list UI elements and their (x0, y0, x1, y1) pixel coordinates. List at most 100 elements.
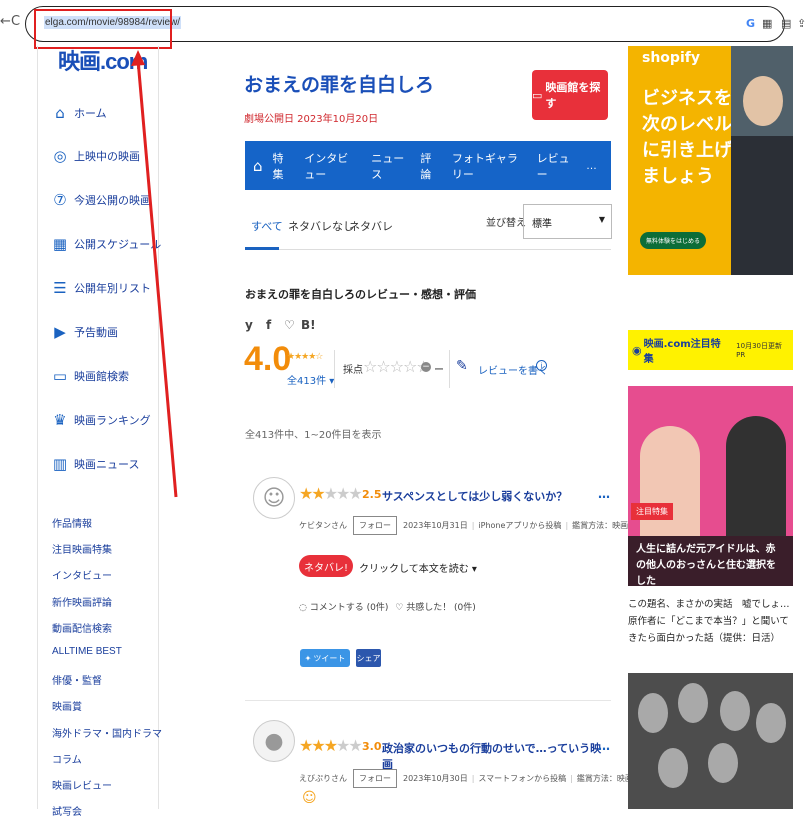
feature-description[interactable]: この題名、まさかの実話 嘘でしょ…原作者に「どこまで本当？」と聞いてきたら面白か… (628, 596, 793, 647)
review-count[interactable]: 全413件 ▾ (287, 372, 334, 387)
sidebar-link[interactable]: コラム (52, 751, 82, 766)
sidebar-item-theater-search[interactable]: ▭ 映画館検索 (50, 361, 129, 391)
twitter-icon: ✦ (304, 653, 312, 663)
sidebar-item-this-week[interactable]: ⑦ 今週公開の映画 (50, 185, 151, 215)
emoji-icon: ☺ (302, 790, 317, 806)
stars-empty: ★★★ (323, 484, 363, 503)
feature-photo-person (720, 691, 750, 731)
sidebar-link[interactable]: 試写会 (52, 803, 82, 818)
seven-icon: ⑦ (53, 191, 67, 209)
review-title[interactable]: 政治家のいつもの行動のせいで…っていう映画 (382, 740, 611, 772)
review-divider (245, 700, 611, 701)
review-title[interactable]: サスペンスとしては少し弱くないか？ (382, 488, 567, 504)
film-reel-icon: ◎ (53, 147, 67, 165)
avatar[interactable]: ☺ (253, 477, 295, 519)
sidebar-link[interactable]: 注目映画特集 (52, 541, 112, 556)
facebook-icon[interactable]: f (266, 318, 271, 332)
minus-icon[interactable]: − (421, 362, 431, 372)
active-tab-indicator (245, 247, 279, 250)
news-icon: ▥ (52, 455, 68, 473)
sidebar-link[interactable]: 俳優・監督 (52, 672, 102, 687)
sidebar-link[interactable]: インタビュー (52, 567, 112, 582)
sort-select[interactable]: 標準 ▼ (523, 204, 612, 239)
sidebar-item-now-showing[interactable]: ◎ 上映中の映画 (50, 141, 140, 171)
sidebar-item-year-list[interactable]: ☰ 公開年別リスト (50, 273, 151, 303)
sidebar-item-label: 映画ニュース (74, 459, 140, 471)
comment-link[interactable]: コメントする (0件) (310, 603, 389, 613)
sidebar-item-trailers[interactable]: ▶ 予告動画 (50, 317, 118, 347)
ad-photo-body (731, 136, 793, 275)
shopify-ad[interactable]: shopify ビジネスを次のレベルに引き上げましょう 無料体験をはじめる (628, 46, 793, 275)
reviewer-name[interactable]: ケビタンさん (299, 520, 347, 531)
theater-icon: ▭ (52, 367, 68, 385)
tweet-button[interactable]: ✦ ツイート (300, 649, 350, 667)
sidebar-item-ranking[interactable]: ♛ 映画ランキング (50, 405, 150, 435)
nav-tab-news[interactable]: ニュース (371, 150, 406, 182)
review-card: ● ★★★★★ 3.0 政治家のいつもの行動のせいで…っていう映画 … えびぷり… (245, 720, 641, 809)
more-options-icon[interactable]: … (598, 487, 610, 501)
calendar-icon: ▦ (52, 235, 68, 253)
sidebar-link[interactable]: 新作映画評論 (52, 594, 112, 609)
follow-button[interactable]: フォロー (353, 516, 397, 535)
spoiler-badge: ネタバレ! (299, 555, 353, 577)
home-icon[interactable]: ⌂ (253, 157, 263, 175)
google-icon[interactable]: G (746, 17, 755, 30)
review-device: スマートフォンから投稿 (478, 774, 567, 783)
translate-icon[interactable]: ▦ (762, 17, 772, 30)
heart-icon: ♡ (395, 603, 404, 613)
nav-tab-feature[interactable]: 特集 (273, 150, 291, 182)
sidebar-link[interactable]: 映画賞 (52, 698, 82, 713)
info-icon[interactable]: i (536, 360, 547, 371)
ad-cta-button[interactable]: 無料体験をはじめる (640, 232, 707, 249)
feature-banner-2[interactable] (628, 673, 793, 809)
feature-badge: 注目特集 (631, 503, 673, 520)
share-icon[interactable]: ⇪ (797, 17, 806, 30)
sidebar-item-label: 今週公開の映画 (74, 195, 151, 207)
more-options-icon[interactable]: … (598, 739, 610, 753)
sidebar-item-home[interactable]: ⌂ ホーム (50, 98, 107, 128)
site-logo[interactable]: 映画.com (58, 44, 148, 76)
rate-value: ー (434, 365, 444, 376)
sidebar-link[interactable]: 動画配信検索 (52, 620, 112, 635)
nav-tab-photo[interactable]: フォトギャラリー (452, 150, 523, 182)
follow-button[interactable]: フォロー (353, 769, 397, 788)
nav-tab-critique[interactable]: 評論 (420, 150, 438, 182)
reader-icon[interactable]: ▤ (781, 17, 791, 30)
feature-caption: 人生に詰んだ元アイドルは、赤の他人のおっさんと住む選択をした (628, 536, 793, 586)
ad-copy: ビジネスを次のレベルに引き上げましょう (642, 88, 732, 187)
ad-brand: shopify (642, 50, 700, 66)
read-more-link[interactable]: クリックして本文を読む ▾ (359, 560, 477, 575)
sidebar-link[interactable]: 作品情報 (52, 515, 92, 530)
find-theater-button[interactable]: ▭ 映画館を探す (532, 70, 608, 120)
movie-nav-bar: ⌂ 特集 インタビュー ニュース 評論 フォトギャラリー レビュー … (245, 141, 611, 190)
reviewer-name[interactable]: えびぷりさん (299, 773, 347, 784)
sidebar-link[interactable]: ALLTIME BEST (52, 646, 122, 657)
like-link[interactable]: 共感した！ (0件) (406, 603, 476, 613)
tab-no-spoiler[interactable]: ネタバレなし (288, 218, 354, 234)
tab-all[interactable]: すべて (251, 218, 283, 234)
average-stars: ★★★★☆ (287, 352, 323, 362)
sidebar-link[interactable]: 海外ドラマ・国内ドラマ (52, 725, 162, 740)
sidebar-item-news[interactable]: ▥ 映画ニュース (50, 449, 140, 479)
review-stars: ★★★★★ (299, 736, 363, 755)
movie-title[interactable]: おまえの罪を自白しろ (244, 70, 434, 97)
avatar[interactable]: ● (253, 720, 295, 762)
nav-more[interactable]: … (586, 160, 597, 172)
feature-banner[interactable]: 注目特集 人生に詰んだ元アイドルは、赤の他人のおっさんと住む選択をした (628, 386, 793, 586)
review-score: 3.0 (362, 740, 382, 753)
pocket-icon[interactable]: ♡ (284, 318, 295, 332)
reload-icon[interactable]: C (11, 14, 20, 29)
back-arrow-icon[interactable]: ← (0, 14, 11, 29)
share-button[interactable]: シェア (356, 649, 381, 667)
nav-tab-interview[interactable]: インタビュー (304, 150, 357, 182)
sidebar-link[interactable]: 映画レビュー (52, 777, 112, 792)
rating-stars-input[interactable]: ☆☆☆☆☆ (363, 357, 431, 376)
twitter-icon[interactable]: y (245, 318, 253, 332)
hatena-icon[interactable]: B! (301, 318, 316, 332)
feature-header[interactable]: ◉ 映画.com注目特集 10月30日更新 PR (628, 330, 793, 370)
nav-tab-review[interactable]: レビュー (537, 150, 572, 182)
tab-spoiler[interactable]: ネタバレ (349, 218, 393, 234)
sidebar-item-label: ホーム (74, 108, 107, 120)
comment-icon: ◌ (299, 603, 307, 613)
sidebar-item-schedule[interactable]: ▦ 公開スケジュール (50, 229, 161, 259)
